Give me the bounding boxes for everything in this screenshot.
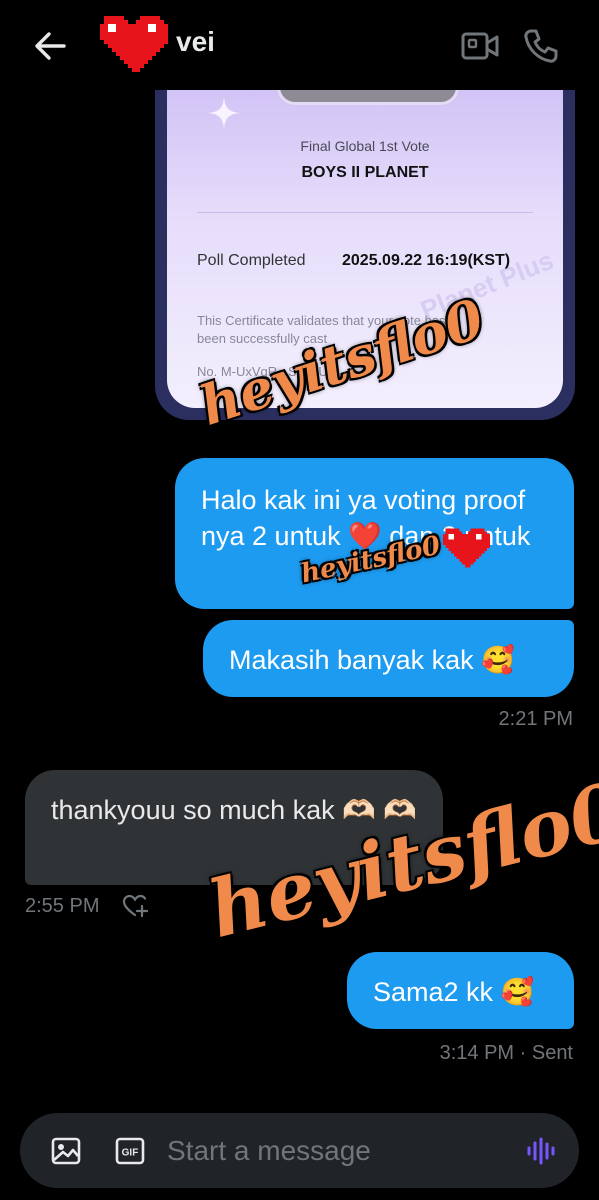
- certificate-divider: [197, 212, 533, 213]
- message-timestamp: 2:55 PM: [25, 895, 100, 917]
- chat-header: vei: [0, 0, 599, 90]
- pixel-heart-emoji: [442, 528, 490, 568]
- video-camera-icon[interactable]: [460, 28, 500, 64]
- image-icon[interactable]: [50, 1135, 82, 1167]
- poll-date: 2025.09.22 16:19(KST): [342, 252, 511, 269]
- voice-wave-icon[interactable]: [525, 1135, 557, 1167]
- arrow-left-icon[interactable]: [30, 26, 70, 66]
- pixel-heart-icon: [100, 16, 168, 72]
- svg-text:GIF: GIF: [122, 1148, 139, 1159]
- message-text: Sama2 kk 🥰: [373, 977, 535, 1007]
- certificate-subtitle: Final Global 1st Vote: [300, 138, 430, 154]
- sparkle-icon: [208, 97, 240, 129]
- message-status: 3:14 PM · Sent: [439, 1042, 573, 1064]
- message-text: Makasih banyak kak 🥰: [229, 645, 515, 675]
- message-input[interactable]: [167, 1131, 497, 1171]
- message-timestamp: 2:21 PM: [498, 708, 573, 730]
- phone-icon[interactable]: [520, 26, 560, 66]
- poll-label: Poll Completed: [197, 252, 306, 269]
- add-reaction-icon[interactable]: [122, 893, 148, 919]
- certificate-title: BOYS II PLANET: [301, 164, 429, 181]
- message-bubble-outgoing[interactable]: Halo kak ini ya voting proof nya 2 untuk…: [175, 458, 574, 609]
- message-bubble-outgoing[interactable]: Makasih banyak kak 🥰: [203, 620, 574, 697]
- contact-name[interactable]: vei: [176, 26, 215, 58]
- message-composer: GIF: [20, 1113, 579, 1188]
- gif-icon[interactable]: GIF: [114, 1135, 146, 1167]
- message-text: thankyouu so much kak 🫶🏻 🫶🏻: [51, 795, 417, 825]
- message-bubble-outgoing[interactable]: Sama2 kk 🥰: [347, 952, 574, 1029]
